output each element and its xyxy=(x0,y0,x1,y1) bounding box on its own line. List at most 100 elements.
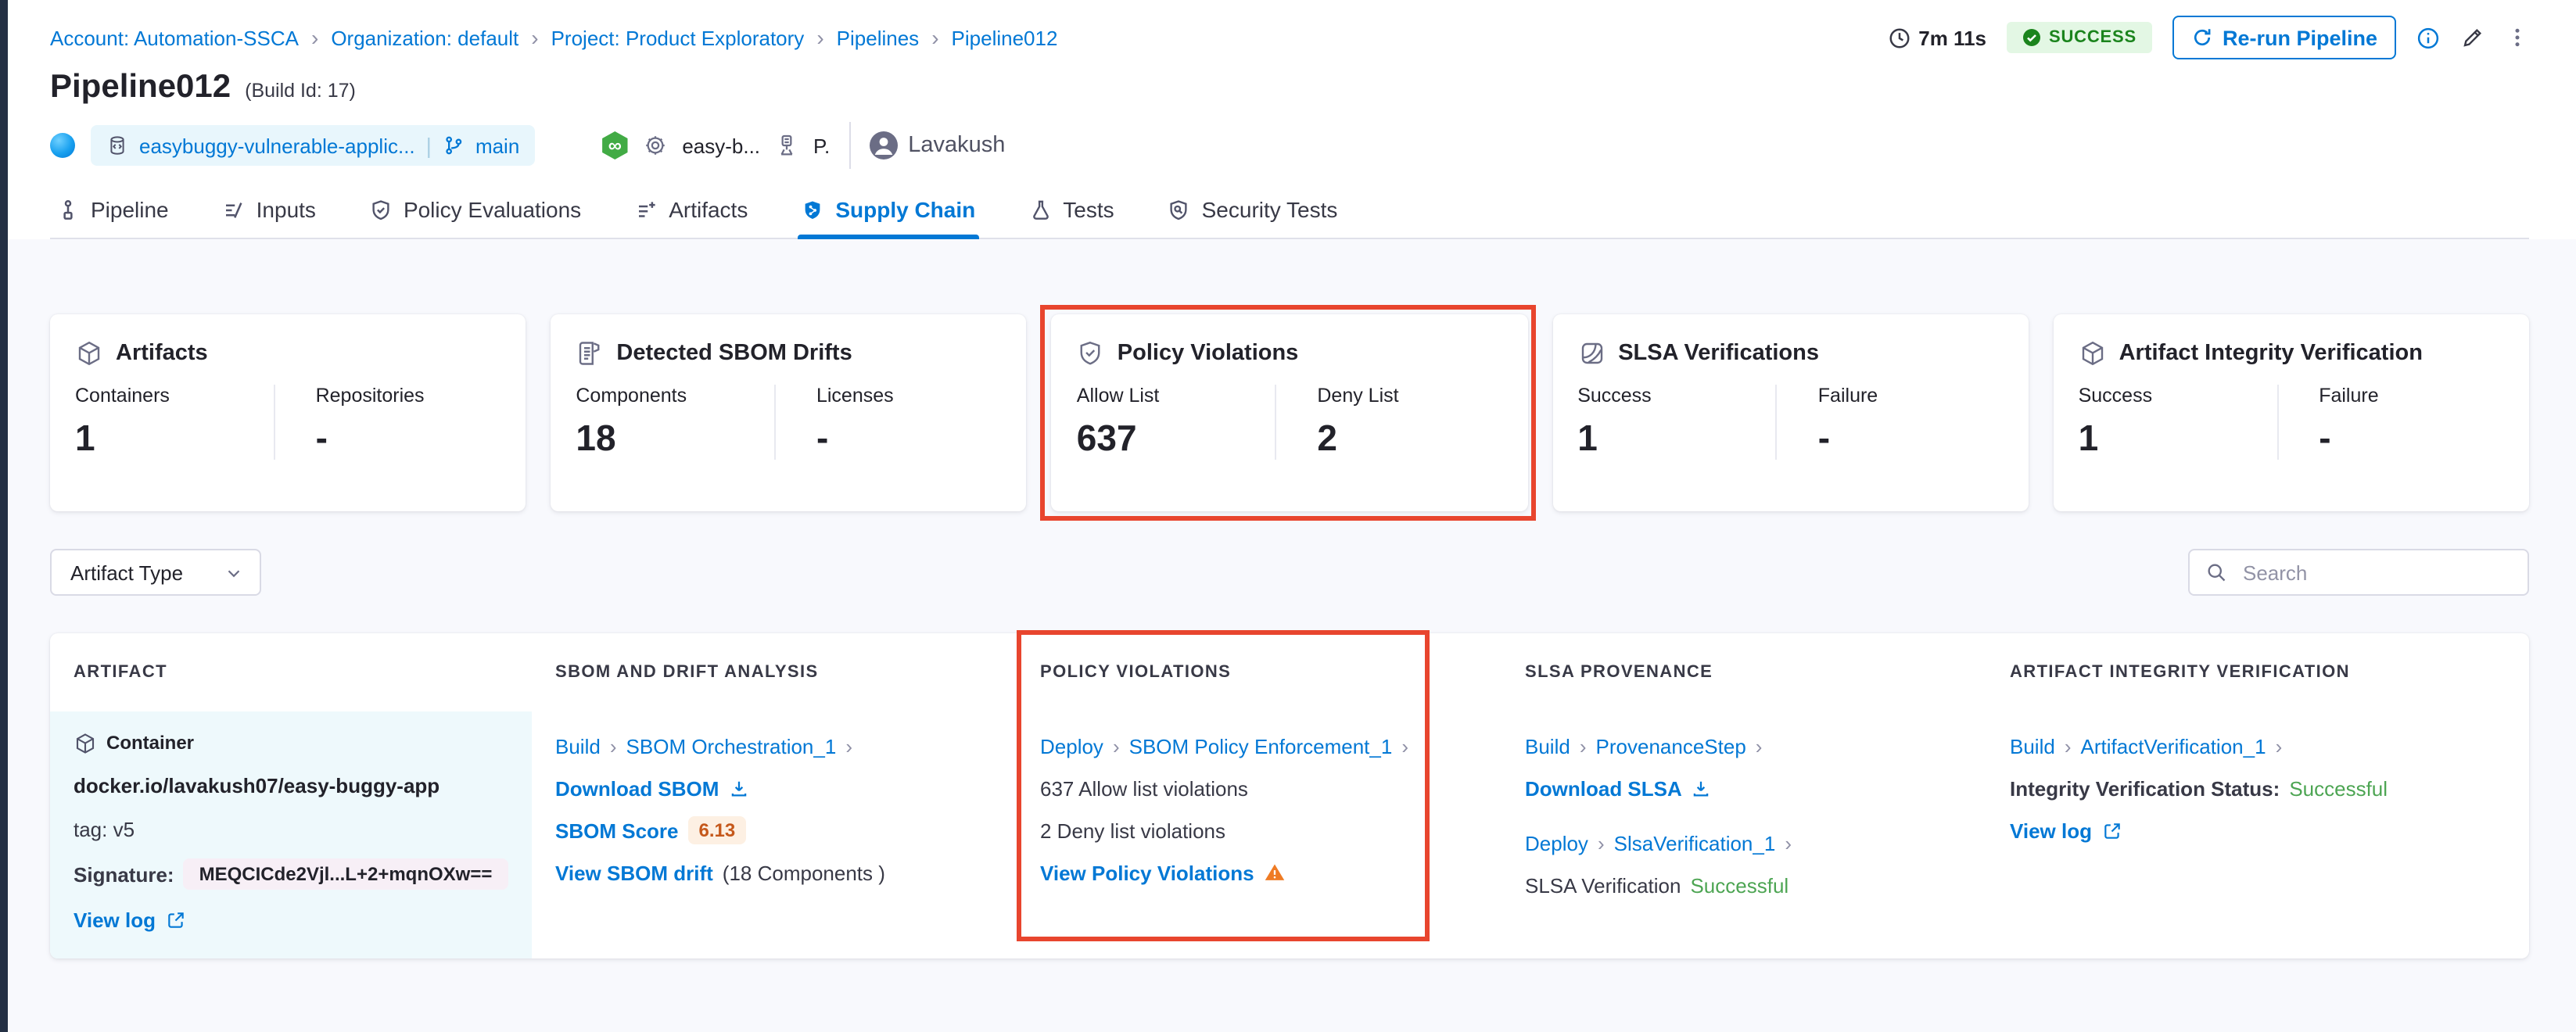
card-detected-sbom-drifts: Detected SBOM Drifts Components18 Licens… xyxy=(551,314,1026,511)
pill-divider: | xyxy=(426,133,432,158)
cell-artifact: Container docker.io/lavakush07/easy-bugg… xyxy=(50,711,532,959)
tab-tests[interactable]: Tests xyxy=(1025,185,1117,238)
stat-value: 18 xyxy=(576,417,774,460)
stat-value: 1 xyxy=(75,417,274,460)
card-artifact-integrity-verification: Artifact Integrity Verification Success1… xyxy=(2054,314,2529,511)
external-link-icon xyxy=(2101,820,2122,840)
collapsed-left-nav[interactable] xyxy=(0,0,8,1032)
refresh-icon xyxy=(2191,27,2213,48)
breadcrumb-separator: › xyxy=(931,25,938,50)
sbom-drift-components-note: (18 Components ) xyxy=(723,861,885,884)
table-row: Container docker.io/lavakush07/easy-bugg… xyxy=(50,711,2529,959)
allow-list-violations: 637 Allow list violations xyxy=(1040,774,1486,802)
breadcrumb-project[interactable]: Project: Product Exploratory xyxy=(551,26,805,49)
stat-value: - xyxy=(316,417,425,460)
step-link[interactable]: ProvenanceStep xyxy=(1596,734,1746,758)
download-sbom-link[interactable]: Download SBOM xyxy=(555,776,719,800)
view-log-link[interactable]: View log xyxy=(2010,819,2092,842)
slsa-icon xyxy=(1577,339,1606,367)
page-header: Account: Automation-SSCA › Organization:… xyxy=(8,0,2576,239)
stage-link[interactable]: Build xyxy=(555,734,601,758)
cube-icon xyxy=(2079,339,2107,367)
tab-supply-chain[interactable]: Supply Chain xyxy=(798,185,978,238)
shield-check-icon xyxy=(1077,339,1105,367)
supply-chain-content: Artifacts Containers1 Repositories- Dete… xyxy=(8,239,2576,1032)
infinity-icon: ∞ xyxy=(608,134,622,156)
breadcrumb-pipelines[interactable]: Pipelines xyxy=(837,26,920,49)
slsa-verification-label: SLSA Verification xyxy=(1525,873,1681,897)
stat-value: 1 xyxy=(1577,417,1776,460)
card-title-text: Artifacts xyxy=(116,341,208,366)
step-link[interactable]: SBOM Policy Enforcement_1 xyxy=(1129,734,1393,758)
external-link-icon xyxy=(165,909,185,930)
branch-icon xyxy=(443,134,465,156)
tab-policy-evaluations[interactable]: Policy Evaluations xyxy=(366,185,584,238)
stage-link[interactable]: Deploy xyxy=(1525,831,1588,855)
view-log-link[interactable]: View log xyxy=(74,908,156,931)
breadcrumb-account[interactable]: Account: Automation-SSCA xyxy=(50,26,299,49)
artifact-type-select[interactable]: Artifact Type xyxy=(50,549,261,596)
repo-branch-chip[interactable]: easybuggy-vulnerable-applic... | main xyxy=(91,125,535,166)
clock-icon xyxy=(1887,26,1910,49)
search-box xyxy=(2188,549,2529,596)
breadcrumb-separator: › xyxy=(816,25,823,50)
tab-security-tests[interactable]: Security Tests xyxy=(1164,185,1341,238)
triggered-by-user: Lavakush xyxy=(908,133,1005,158)
stage-link[interactable]: Deploy xyxy=(1040,734,1103,758)
cell-policy-violations: Deploy › SBOM Policy Enforcement_1 › 637… xyxy=(1017,711,1501,959)
deny-list-violations: 2 Deny list violations xyxy=(1040,816,1486,844)
signature-value[interactable]: MEQCICde2Vjl...L+2+mqnOXw== xyxy=(184,858,508,890)
repo-name[interactable]: easybuggy-vulnerable-applic... xyxy=(139,134,415,157)
warning-triangle-icon xyxy=(1264,862,1286,883)
breadcrumb-organization[interactable]: Organization: default xyxy=(331,26,518,49)
view-sbom-drift-link[interactable]: View SBOM drift xyxy=(555,861,713,884)
table-header-row: Artifact SBOM and Drift Analysis Policy … xyxy=(50,633,2529,711)
edit-pipeline-icon[interactable] xyxy=(2460,25,2485,50)
step-link[interactable]: SBOM Orchestration_1 xyxy=(626,734,837,758)
cell-artifact-integrity: Build › ArtifactVerification_1 › Integri… xyxy=(1986,711,2529,959)
delegate-name: P. xyxy=(813,134,830,157)
main-area: Account: Automation-SSCA › Organization:… xyxy=(8,0,2576,1032)
trigger-webhook-badge: ∞ xyxy=(601,131,629,159)
info-icon[interactable] xyxy=(2416,26,2440,49)
tab-artifacts[interactable]: Artifacts xyxy=(631,185,751,238)
gear-icon xyxy=(643,133,668,158)
integrity-status-value: Successful xyxy=(2289,776,2388,800)
artifacts-table: Artifact SBOM and Drift Analysis Policy … xyxy=(50,633,2529,959)
stat-label: Success xyxy=(1577,385,1776,407)
step-link[interactable]: ArtifactVerification_1 xyxy=(2081,734,2266,758)
rerun-pipeline-button[interactable]: Re-run Pipeline xyxy=(2172,16,2396,59)
breadcrumb: Account: Automation-SSCA › Organization:… xyxy=(50,25,1057,50)
stat-label: Components xyxy=(576,385,774,407)
card-title-text: SLSA Verifications xyxy=(1618,341,1819,366)
download-slsa-link[interactable]: Download SLSA xyxy=(1525,776,1682,800)
stage-link[interactable]: Build xyxy=(1525,734,1570,758)
breadcrumb-pipeline012[interactable]: Pipeline012 xyxy=(952,26,1058,49)
header-divider xyxy=(849,122,850,169)
search-input[interactable] xyxy=(2240,559,2512,586)
run-duration: 7m 11s xyxy=(1887,26,1986,49)
container-cube-icon xyxy=(74,731,97,754)
stage-link[interactable]: Build xyxy=(2010,734,2055,758)
tab-inputs[interactable]: Inputs xyxy=(219,185,319,238)
download-icon xyxy=(728,778,748,798)
stat-label: Containers xyxy=(75,385,274,407)
stat-label: Success xyxy=(2079,385,2277,407)
breadcrumb-separator: › xyxy=(531,25,538,50)
sbom-score-link[interactable]: SBOM Score xyxy=(555,819,679,842)
step-link[interactable]: SlsaVerification_1 xyxy=(1614,831,1776,855)
card-slsa-verifications: SLSA Verifications Success1 Failure- xyxy=(1552,314,2028,511)
artifact-image: docker.io/lavakush07/easy-buggy-app xyxy=(74,771,516,799)
download-icon xyxy=(1692,778,1712,798)
more-options-kebab-icon[interactable] xyxy=(2506,25,2529,50)
stat-label: Allow List xyxy=(1077,385,1275,407)
chevron-down-icon xyxy=(224,562,244,582)
search-icon xyxy=(2205,561,2227,583)
view-policy-violations-link[interactable]: View Policy Violations xyxy=(1040,861,1254,884)
branch-name[interactable]: main xyxy=(475,134,519,157)
tab-pipeline[interactable]: Pipeline xyxy=(53,185,172,238)
col-header-sbom-drift: SBOM and Drift Analysis xyxy=(532,663,1017,682)
integrity-status-label: Integrity Verification Status: xyxy=(2010,776,2280,800)
cell-sbom-drift: Build › SBOM Orchestration_1 › Download … xyxy=(532,711,1017,959)
slsa-verification-status: Successful xyxy=(1690,873,1788,897)
